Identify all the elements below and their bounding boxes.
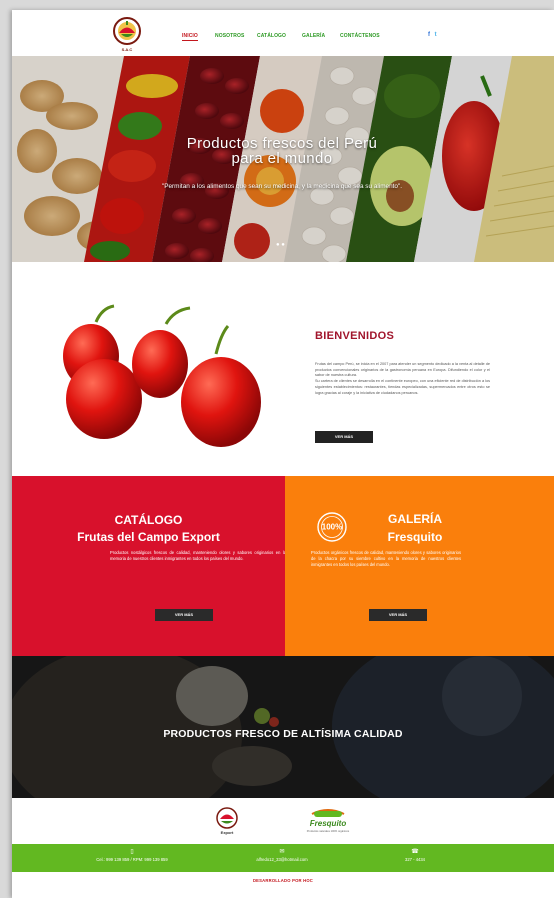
- catalog-more-button[interactable]: VER MÁS: [155, 609, 213, 621]
- partner-logos: Export Fresquito Productos naturales 100…: [12, 798, 554, 844]
- landline-text[interactable]: 327 - 4434: [405, 857, 425, 862]
- contact-email: ✉ alfredo12_33@hotmail.com: [232, 848, 332, 862]
- gallery-more-button[interactable]: VER MÁS: [369, 609, 427, 621]
- fresquito-logo[interactable]: Fresquito Productos naturales 100% orgán…: [306, 806, 350, 836]
- slider-dots[interactable]: ● ●: [276, 242, 285, 248]
- gallery-text: Productos orgánicos frescos de calidad, …: [311, 550, 461, 567]
- catalog-subtitle: Frutas del Campo Export: [77, 530, 220, 544]
- mobile-icon: ▯: [130, 849, 134, 855]
- export-logo-caption: Export: [221, 830, 234, 835]
- logo-subtitle: S.A.C: [121, 47, 133, 52]
- chefs-background-image: [12, 656, 554, 798]
- contact-phone: ▯ Cel.: 999 139 859 / RPM: 999 139 859: [72, 848, 192, 862]
- welcome-section: BIENVENIDOS Frutas del campo Perú, se in…: [12, 262, 554, 476]
- envelope-icon: ✉: [279, 849, 285, 855]
- catalog-title: CATÁLOGO: [114, 513, 183, 527]
- welcome-title: BIENVENIDOS: [315, 330, 395, 342]
- facebook-icon[interactable]: f: [428, 32, 430, 38]
- welcome-text: Frutas del campo Perú, se inicia en el 2…: [315, 362, 490, 396]
- gallery-block: 100% GALERÍA Fresquito Productos orgánic…: [285, 476, 554, 656]
- contact-landline: ☎ 327 - 4434: [390, 848, 440, 862]
- nav-contactenos[interactable]: CONTÁCTENOS: [340, 33, 380, 39]
- email-text[interactable]: alfredo12_33@hotmail.com: [256, 857, 307, 862]
- nav-galeria[interactable]: GALERÍA: [302, 33, 325, 39]
- hero-quote: "Permitan a los alimentos que sean su me…: [161, 183, 403, 190]
- peppers-image: [63, 304, 261, 447]
- badge-label: 100%: [322, 523, 342, 532]
- quality-title: PRODUCTOS FRESCO DE ALTÍSIMA CALIDAD: [163, 728, 403, 740]
- 100-percent-badge-icon: 100%: [317, 512, 347, 542]
- hero-title-line1: Productos frescos del Perú: [186, 135, 378, 152]
- phone-text[interactable]: Cel.: 999 139 859 / RPM: 999 139 859: [96, 857, 167, 862]
- welcome-paragraph: Su cartera de clientes se desarrolla en …: [315, 379, 490, 395]
- hero-title-line2: para el mundo: [231, 150, 333, 167]
- export-logo[interactable]: Export: [213, 806, 241, 836]
- catalog-block: CATÁLOGO Frutas del Campo Export Product…: [12, 476, 286, 656]
- developer-credit[interactable]: DESARROLLADO POR HOC: [12, 878, 554, 883]
- welcome-more-button[interactable]: VER MÁS: [315, 431, 373, 443]
- fresquito-logo-caption: Productos naturales 100% orgánicos: [307, 829, 350, 833]
- phone-icon: ☎: [411, 849, 419, 855]
- nav-nosotros[interactable]: NOSOTROS: [215, 33, 244, 39]
- fresquito-logo-name: Fresquito: [310, 819, 347, 828]
- catalog-text: Productos nostálgicos frescos de calidad…: [110, 550, 286, 561]
- welcome-paragraph: Frutas del campo Perú, se inicia en el 2…: [315, 362, 490, 378]
- hero-title: Productos frescos del Perú para el mundo: [122, 136, 442, 166]
- contact-bar: ▯ Cel.: 999 139 859 / RPM: 999 139 859 ✉…: [12, 844, 554, 872]
- social-links: f t: [428, 32, 437, 38]
- nav-catalogo[interactable]: CATÁLOGO: [257, 33, 286, 39]
- nav-inicio[interactable]: INICIO: [182, 33, 198, 41]
- site-header: S.A.C INICIO NOSOTROS CATÁLOGO GALERÍA C…: [12, 10, 554, 56]
- gallery-subtitle: Fresquito: [387, 530, 443, 544]
- page-frame: S.A.C INICIO NOSOTROS CATÁLOGO GALERÍA C…: [12, 10, 554, 898]
- quality-banner: PRODUCTOS FRESCO DE ALTÍSIMA CALIDAD: [12, 656, 554, 798]
- hero-banner: Productos frescos del Perú para el mundo…: [12, 56, 554, 262]
- twitter-icon[interactable]: t: [435, 32, 437, 38]
- gallery-title: GALERÍA: [388, 512, 442, 526]
